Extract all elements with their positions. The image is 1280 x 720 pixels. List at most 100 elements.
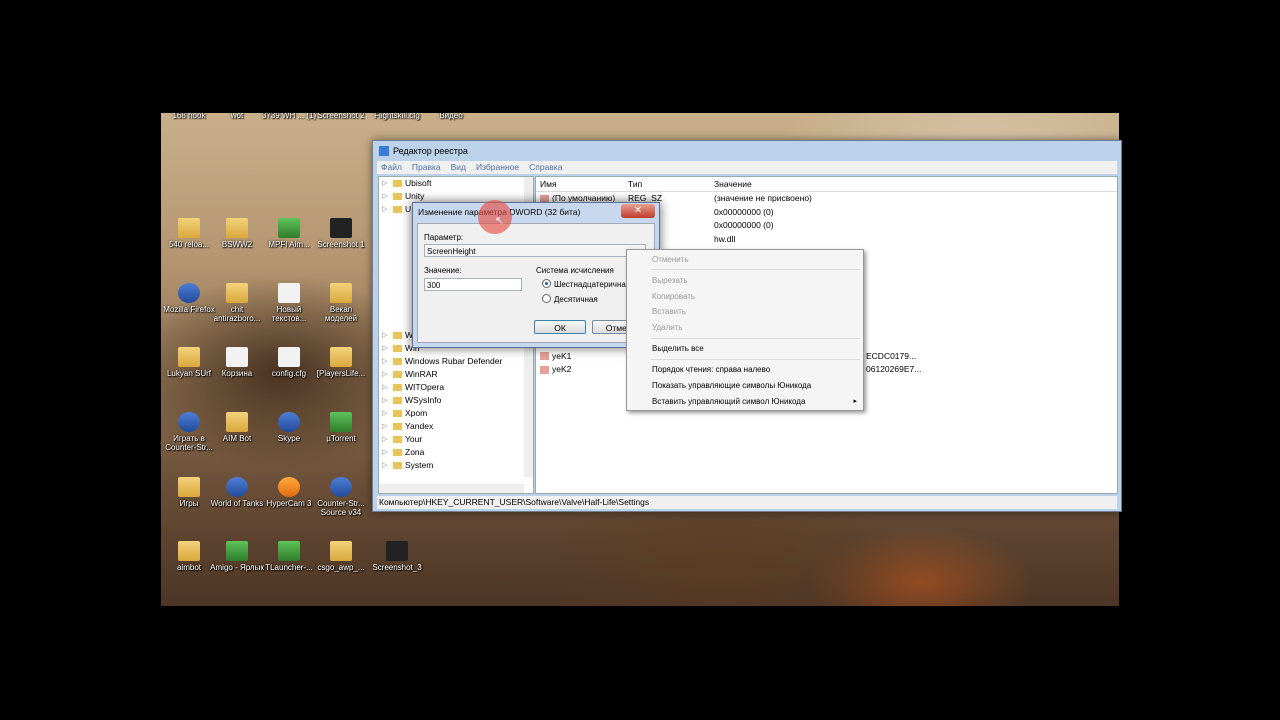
close-button[interactable]: ✕ bbox=[621, 204, 655, 218]
menu-item[interactable]: Избранное bbox=[476, 161, 519, 174]
string-value-icon bbox=[540, 365, 549, 374]
menu-cut[interactable]: Вырезать bbox=[652, 276, 688, 285]
desktop-icon[interactable]: Видео bbox=[423, 113, 479, 120]
column-type[interactable]: Тип bbox=[628, 177, 642, 191]
desktop-icon[interactable]: Skype bbox=[261, 412, 317, 443]
value-data: ECDC0179... bbox=[866, 350, 917, 361]
folder-icon bbox=[393, 193, 402, 200]
desktop-icon[interactable]: Flightskill.cfg bbox=[369, 113, 425, 120]
column-name[interactable]: Имя bbox=[540, 177, 557, 191]
desktop-icon[interactable]: 3739 WH ... (1) bbox=[261, 113, 317, 120]
expand-arrow-icon[interactable]: ▷ bbox=[382, 177, 387, 190]
desktop-icon[interactable]: BSWW2 bbox=[209, 218, 265, 249]
tree-node[interactable]: ▷ Windows Rubar Defender bbox=[379, 355, 533, 368]
tree-node[interactable]: ▷ WSysInfo bbox=[379, 394, 533, 407]
menu-item[interactable]: Вид bbox=[451, 161, 466, 174]
expand-arrow-icon[interactable]: ▷ bbox=[382, 420, 387, 433]
desktop-icon[interactable]: chit antirazboro... bbox=[209, 283, 265, 323]
expand-arrow-icon[interactable]: ▷ bbox=[382, 329, 387, 342]
dec-radio[interactable]: Десятичная bbox=[542, 294, 598, 304]
desktop-icon[interactable]: Screenshot 1 bbox=[313, 218, 369, 249]
column-value[interactable]: Значение bbox=[714, 177, 752, 191]
tree-node[interactable]: ▷ WinRAR bbox=[379, 368, 533, 381]
value-field[interactable]: 300 bbox=[424, 278, 522, 291]
desktop-icon[interactable]: HyperCam 3 bbox=[261, 477, 317, 508]
menu-undo[interactable]: Отменить bbox=[652, 255, 689, 264]
desktop-icon[interactable]: MPFI Aim... bbox=[261, 218, 317, 249]
tree-node[interactable]: ▷ Xpom bbox=[379, 407, 533, 420]
desktop-icon-label: wot bbox=[230, 113, 244, 120]
menu-item[interactable]: Файл bbox=[381, 161, 402, 174]
expand-arrow-icon[interactable]: ▷ bbox=[382, 190, 387, 203]
desktop-icon[interactable]: wot bbox=[209, 113, 265, 120]
tree-node[interactable]: ▷ Yandex bbox=[379, 420, 533, 433]
value-data: (значение не присвоено) bbox=[714, 193, 812, 203]
folder-icon bbox=[393, 436, 402, 443]
edit-dword-dialog[interactable]: Изменение параметра DWORD (32 бита) ✕ Па… bbox=[412, 202, 660, 348]
desktop-icon[interactable]: TLauncher-... bbox=[261, 541, 317, 572]
green-icon bbox=[278, 218, 300, 238]
desktop-icon-label: Векап моделей bbox=[324, 305, 358, 323]
desktop-icon-label: Counter-Str... Source v34 bbox=[317, 499, 365, 517]
mouse-pointer-icon: ↖ bbox=[495, 215, 505, 227]
radio-icon bbox=[542, 294, 551, 303]
green-icon bbox=[226, 541, 248, 561]
desktop-icon[interactable]: Screenshot 2 bbox=[313, 113, 369, 120]
expand-arrow-icon[interactable]: ▷ bbox=[382, 342, 387, 355]
menu-paste[interactable]: Вставить bbox=[652, 307, 686, 316]
menu-show-unicode[interactable]: Показать управляющие символы Юникода bbox=[652, 381, 811, 390]
desktop-icon[interactable]: config.cfg bbox=[261, 347, 317, 378]
context-menu[interactable]: Отменить Вырезать Копировать Вставить Уд… bbox=[626, 249, 864, 411]
expand-arrow-icon[interactable]: ▷ bbox=[382, 459, 387, 472]
tree-node[interactable]: ▷ Ubisoft bbox=[379, 177, 533, 190]
doc-icon bbox=[278, 283, 300, 303]
desktop-icon[interactable]: World of Tanks bbox=[209, 477, 265, 508]
desktop-icon[interactable]: Counter-Str... Source v34 bbox=[313, 477, 369, 517]
desktop-icon[interactable]: [PlayersLife... bbox=[313, 347, 369, 378]
desktop-icon[interactable]: µTorrent bbox=[313, 412, 369, 443]
expand-arrow-icon[interactable]: ▷ bbox=[382, 433, 387, 446]
expand-arrow-icon[interactable]: ▷ bbox=[382, 355, 387, 368]
tree-node[interactable]: ▷ Zona bbox=[379, 446, 533, 459]
expand-arrow-icon[interactable]: ▷ bbox=[382, 368, 387, 381]
menu-item[interactable]: Справка bbox=[529, 161, 562, 174]
desktop-icon-label: csgo_awp_... bbox=[317, 563, 365, 572]
expand-arrow-icon[interactable]: ▷ bbox=[382, 407, 387, 420]
desktop-icon[interactable]: Корзина bbox=[209, 347, 265, 378]
regedit-icon bbox=[379, 146, 389, 156]
desktop-icon-label: 3739 WH ... (1) bbox=[261, 113, 317, 120]
ok-button[interactable]: ОК bbox=[534, 320, 586, 334]
desktop-icon[interactable]: Amigo - Ярлык bbox=[209, 541, 265, 572]
tree-node[interactable]: ▷ System bbox=[379, 459, 533, 472]
expand-arrow-icon[interactable]: ▷ bbox=[382, 203, 387, 216]
folder-icon bbox=[393, 345, 402, 352]
menu-select-all[interactable]: Выделить все bbox=[652, 344, 704, 353]
green-icon bbox=[330, 412, 352, 432]
tree-horizontal-scrollbar[interactable] bbox=[379, 484, 524, 493]
desktop-icon[interactable]: Новый текстов... bbox=[261, 283, 317, 323]
menu-insert-unicode[interactable]: Вставить управляющий символ Юникода bbox=[652, 397, 805, 406]
desktop-icon[interactable]: Векап моделей bbox=[313, 283, 369, 323]
expand-arrow-icon[interactable]: ▷ bbox=[382, 381, 387, 394]
tree-node[interactable]: ▷ WITOpera bbox=[379, 381, 533, 394]
expand-arrow-icon[interactable]: ▷ bbox=[382, 394, 387, 407]
desktop-icon-label: Видео bbox=[439, 113, 463, 120]
param-name-field[interactable]: ScreenHeight bbox=[424, 244, 646, 257]
expand-arrow-icon[interactable]: ▷ bbox=[382, 446, 387, 459]
doc-icon bbox=[278, 347, 300, 367]
value-label: Значение: bbox=[424, 266, 462, 275]
hex-radio[interactable]: Шестнадцатеричная bbox=[542, 279, 630, 289]
folder-icon bbox=[393, 206, 402, 213]
radio-selected-icon bbox=[542, 279, 551, 288]
status-bar: Компьютер\HKEY_CURRENT_USER\Software\Val… bbox=[377, 496, 1117, 509]
base-label: Система исчисления bbox=[536, 266, 614, 275]
menu-delete[interactable]: Удалить bbox=[652, 323, 683, 332]
menu-item[interactable]: Правка bbox=[412, 161, 441, 174]
desktop-icon[interactable]: Screenshot_3 bbox=[369, 541, 425, 572]
desktop-icon[interactable]: csgo_awp_... bbox=[313, 541, 369, 572]
desktop-icon[interactable]: AIM Bot bbox=[209, 412, 265, 443]
tree-node[interactable]: ▷ Your bbox=[379, 433, 533, 446]
menu-rtl[interactable]: Порядок чтения: справа налево bbox=[652, 365, 770, 374]
menu-copy[interactable]: Копировать bbox=[652, 292, 695, 301]
folder-icon bbox=[226, 412, 248, 432]
